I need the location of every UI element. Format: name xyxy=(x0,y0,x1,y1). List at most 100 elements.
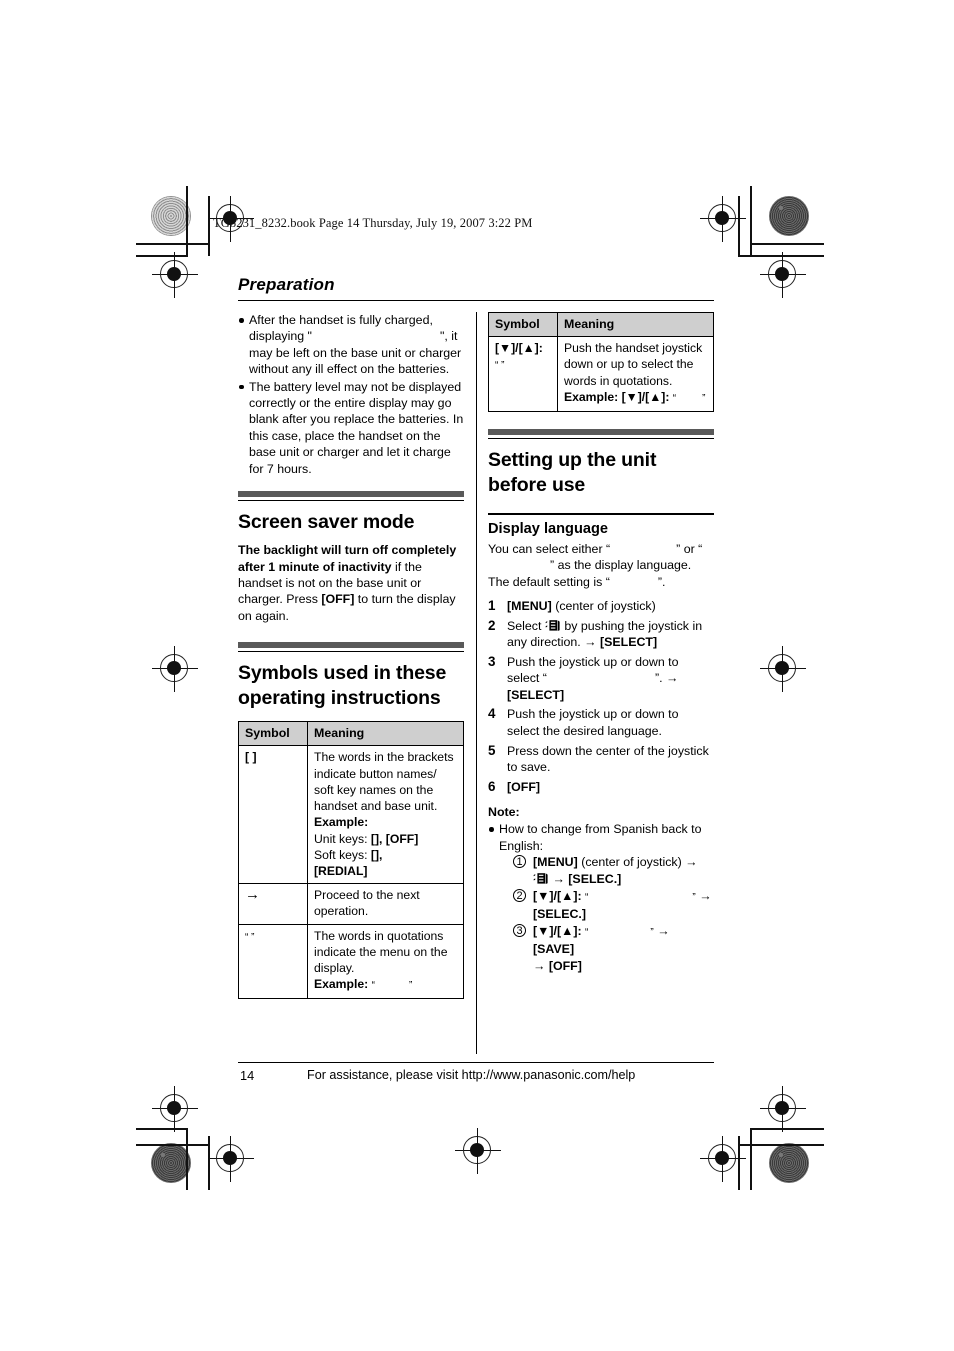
step-2: 2 Select by pushing the joystick in any … xyxy=(488,617,703,650)
table-row: “ ” The words in quotations indicate the… xyxy=(238,923,464,1000)
example-label: Example: xyxy=(564,389,619,404)
arrow-icon: → xyxy=(584,635,597,650)
screen-saver-bold-lead: The backlight will turn off completely a… xyxy=(238,543,457,574)
list-item: How to change from Spanish back to Engli… xyxy=(488,821,714,975)
crop-line xyxy=(750,1128,824,1130)
joystick-keys: [▼]/[▲]: xyxy=(533,924,586,939)
table-header-row: Symbol Meaning xyxy=(488,311,714,338)
cell-symbol-quotes: “ ” xyxy=(238,923,308,1000)
circled-number: 1 xyxy=(513,855,526,869)
crop-line xyxy=(750,243,824,245)
crop-line xyxy=(750,186,752,256)
soft-keys-suffix: , xyxy=(379,847,383,862)
table-row: [ ] The words in the brackets indicate b… xyxy=(238,745,464,885)
heading-screen-saver-mode: Screen saver mode xyxy=(238,511,415,534)
registration-cross xyxy=(152,1086,198,1132)
bullet-text-2: The battery level may not be displayed c… xyxy=(249,379,464,476)
column-header-meaning: Meaning xyxy=(557,311,714,338)
key-selec: [SELEC.] xyxy=(568,872,622,887)
registration-dot-top-right xyxy=(769,196,809,236)
joystick-keys: [▼]/[▲]: xyxy=(533,889,586,904)
registration-cross xyxy=(208,1136,254,1182)
meaning-text: The words in the brackets indicate butto… xyxy=(314,750,454,814)
display-language-rule xyxy=(488,513,714,515)
cell-meaning-joystick: Push the handset joystick down or up to … xyxy=(557,336,714,413)
note-bullet-text: How to change from Spanish back to Engli… xyxy=(499,822,702,853)
joystick-keys: [▼]/[▲]: xyxy=(495,341,543,356)
step-3: 3 Push the joystick up or down to select… xyxy=(488,653,679,702)
arrow-icon: → xyxy=(533,959,546,974)
registration-cross xyxy=(760,646,806,692)
intro-bullet-list: After the handset is fully charged, disp… xyxy=(238,312,464,477)
quote-marks: “ ” xyxy=(495,360,505,372)
screen-saver-paragraph: The backlight will turn off completely a… xyxy=(238,543,457,623)
heading-display-language: Display language xyxy=(488,520,609,537)
registration-cross xyxy=(760,252,806,298)
arrow-icon: → xyxy=(245,886,260,904)
crop-line xyxy=(186,1128,188,1190)
cell-symbol-arrow: → xyxy=(238,883,308,925)
list-item: After the handset is fully charged, disp… xyxy=(238,312,464,378)
crop-line xyxy=(750,1128,752,1190)
symbols-heading-rule xyxy=(238,642,464,653)
footer-assistance-text: For assistance, please visit http://www.… xyxy=(307,1068,636,1082)
crop-line xyxy=(136,243,210,245)
file-stamp: TG8231_8232.book Page 14 Thursday, July … xyxy=(213,216,533,230)
crop-line xyxy=(186,186,188,256)
registration-cross xyxy=(700,196,746,242)
registration-cross-center-bottom xyxy=(455,1128,501,1174)
cell-meaning-brackets: The words in the brackets indicate butto… xyxy=(307,745,464,885)
note-substeps: 1 [MENU] (center of joystick) → → [SELEC… xyxy=(499,854,714,975)
unit-keys-label: Unit keys: xyxy=(314,831,371,846)
bullet-text-1: After the handset is fully charged, disp… xyxy=(249,313,462,377)
crop-line xyxy=(136,1144,210,1146)
circled-number: 2 xyxy=(513,889,526,903)
key-talk: [] xyxy=(370,831,380,846)
step-5: 5 Press down the center of the joystick … xyxy=(488,742,709,775)
key-menu: [MENU] xyxy=(533,855,578,870)
unit-keys-suffix: , [OFF] xyxy=(379,831,419,846)
meaning-text: Push the handset joystick down or up to … xyxy=(564,341,703,388)
column-header-meaning: Meaning xyxy=(307,721,464,747)
column-divider xyxy=(476,312,478,1054)
key-phonebook: [] xyxy=(370,847,380,862)
registration-dot-bottom-right xyxy=(769,1143,809,1183)
settings-icon xyxy=(533,872,549,885)
step-6: 6 [OFF] xyxy=(488,778,541,794)
heading-symbols-used: Symbols used in these operating instruct… xyxy=(238,662,447,710)
registration-cross xyxy=(152,252,198,298)
note-label: Note: xyxy=(488,805,520,820)
circled-number: 3 xyxy=(513,924,526,938)
table-row: [▼]/[▲]: “ ” Push the handset joystick d… xyxy=(488,336,714,413)
meaning-text: The words in quotations indicate the men… xyxy=(314,928,448,975)
cell-symbol-brackets: [ ] xyxy=(238,745,308,885)
display-language-intro: You can select either “” or “” as the di… xyxy=(488,541,703,589)
cell-symbol-joystick: [▼]/[▲]: “ ” xyxy=(488,336,558,413)
soft-keys-label: Soft keys: xyxy=(314,847,371,862)
crop-line xyxy=(136,1128,188,1130)
settings-icon xyxy=(545,619,561,632)
header-divider xyxy=(238,300,714,302)
key-off: [OFF] xyxy=(321,592,355,607)
example-label: Example: xyxy=(314,977,369,992)
example-joystick-keys: [▼]/[▲]: xyxy=(621,389,673,404)
footer-page-number: 14 xyxy=(240,1068,255,1083)
registration-cross xyxy=(760,1086,806,1132)
example-label: Example: xyxy=(314,815,369,830)
substep-1: 1 [MENU] (center of joystick) → → [SELEC… xyxy=(513,854,714,888)
cell-meaning-arrow: Proceed to the next operation. xyxy=(307,883,464,925)
table-header-row: Symbol Meaning xyxy=(238,721,464,747)
substep-2: 2 [▼]/[▲]: “” → [SELEC.] xyxy=(513,888,714,923)
symbols-table: Symbol Meaning [ ] The words in the brac… xyxy=(238,721,464,1000)
key-off: [OFF] xyxy=(548,959,582,974)
arrow-icon: → xyxy=(699,889,712,904)
key-selec: [SELEC.] xyxy=(533,907,587,922)
key-select: [SELECT] xyxy=(507,687,565,702)
setup-heading-rule xyxy=(488,429,714,440)
cell-meaning-quotes: The words in quotations indicate the men… xyxy=(307,923,464,1000)
arrow-icon: → xyxy=(685,855,698,870)
key-menu: [MENU] xyxy=(507,598,552,613)
screen-saver-heading-rule xyxy=(238,491,464,502)
note-bullet-list: How to change from Spanish back to Engli… xyxy=(488,821,714,975)
key-off: [OFF] xyxy=(507,779,541,794)
